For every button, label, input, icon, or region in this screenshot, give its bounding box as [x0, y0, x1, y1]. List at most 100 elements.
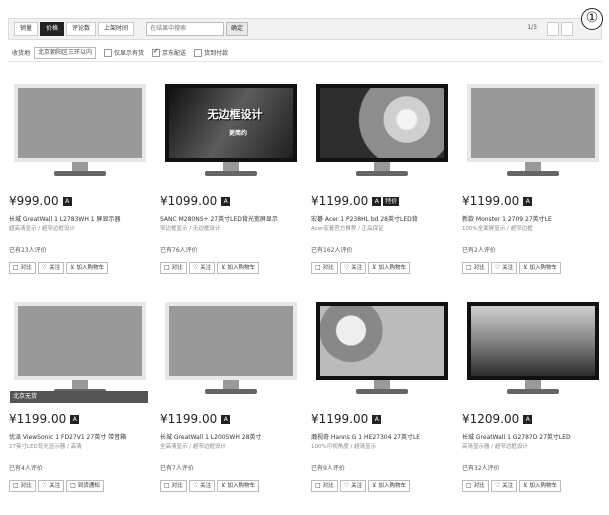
product-title[interactable]: 优派 ViewSonic 1 FD27V1 27英寸 带音箱: [9, 433, 151, 442]
product-reviews[interactable]: 已有9人评价: [311, 463, 345, 472]
heart-icon: ♡: [494, 264, 501, 271]
add-to-cart-button[interactable]: ⊻ 加入购物车: [368, 480, 411, 492]
product-image[interactable]: 无边框设计 更简约: [159, 78, 303, 188]
product-title[interactable]: 新款 Monster 1 2709 27英寸LE: [462, 215, 604, 224]
follow-button[interactable]: ♡ 关注: [37, 262, 65, 274]
product-card[interactable]: ¥1209.00 A 长城 GreatWall 1 G2787D 27英寸LED …: [461, 296, 605, 506]
compare-button[interactable]: □ 对比: [160, 480, 187, 492]
sort-sales[interactable]: 销量: [14, 22, 39, 36]
monitor-base-icon: [507, 389, 559, 394]
product-image[interactable]: [461, 78, 605, 188]
product-title[interactable]: 长城 GreatWall 1 L2783WH 1 屏显示器: [9, 215, 151, 224]
product-reviews[interactable]: 已有23人评价: [9, 245, 47, 254]
follow-button[interactable]: ♡ 关注: [490, 262, 518, 274]
product-card[interactable]: ¥1199.00 A 瀚视奇 Hanns G 1 HE27304 27英寸LE 1…: [310, 296, 454, 506]
sort-bar: 销量 价格 评论数 上架时间 在结果中搜索 确定 1/3: [8, 18, 602, 40]
pager-prev-button[interactable]: [547, 22, 559, 36]
follow-button[interactable]: ♡ 关注: [339, 262, 367, 274]
monitor-icon: [467, 84, 599, 162]
monitor-base-icon: [507, 171, 559, 176]
product-card[interactable]: ¥1199.00 A 长城 GreatWall 1 L2005WH 28英寸 全高…: [159, 296, 303, 506]
product-actions: □ 对比 ♡ 关注 ⊻ 加入购物车: [311, 480, 411, 492]
product-card[interactable]: ¥999.00 A 长城 GreatWall 1 L2783WH 1 屏显示器 超…: [8, 78, 152, 288]
compare-button[interactable]: □ 对比: [311, 262, 338, 274]
product-title[interactable]: SANC M280NS+ 27英寸LED背光宽屏显示: [160, 215, 302, 224]
product-title[interactable]: 长城 GreatWall 1 G2787D 27英寸LED: [462, 433, 604, 442]
product-card[interactable]: ¥1199.00 A 特价 宏碁 Acer 1 P238HL bd 28英寸LED背…: [310, 78, 454, 288]
product-reviews[interactable]: 已有32人评价: [462, 463, 500, 472]
product-desc: Acer宏碁官方推荐 / 正品保证: [311, 226, 384, 232]
product-reviews[interactable]: 已有4人评价: [9, 463, 43, 472]
filter-checkbox-jd-delivery[interactable]: 京东配送: [152, 47, 186, 57]
checkbox-icon: □: [315, 264, 321, 271]
filter-checkbox-cod[interactable]: 货到付款: [194, 48, 228, 57]
compare-button[interactable]: □ 对比: [9, 262, 36, 274]
compare-button[interactable]: □ 对比: [311, 480, 338, 492]
product-card[interactable]: ¥1199.00 A 新款 Monster 1 2709 27英寸LE 100%全…: [461, 78, 605, 288]
monitor-icon: [165, 302, 297, 380]
product-card[interactable]: 无边框设计 更简约 ¥1099.00 A SANC M280NS+ 27英寸LED…: [159, 78, 303, 288]
product-image[interactable]: [310, 296, 454, 406]
checkbox-icon: □: [164, 482, 170, 489]
screen-subtitle: 更简约: [229, 130, 248, 137]
product-desc: 100%全面屏显示 / 超窄边框: [462, 226, 533, 232]
product-reviews[interactable]: 已有7人评价: [160, 463, 194, 472]
add-to-cart-button[interactable]: ⊻ 加入购物车: [217, 262, 260, 274]
product-reviews[interactable]: 已有2人评价: [462, 245, 496, 254]
monitor-icon: 无边框设计 更简约: [165, 84, 297, 162]
product-image[interactable]: [159, 296, 303, 406]
product-image[interactable]: [310, 78, 454, 188]
heart-icon: ♡: [192, 482, 199, 489]
add-to-cart-button[interactable]: ⊻ 加入购物车: [519, 262, 562, 274]
heart-icon: ♡: [343, 264, 350, 271]
product-image[interactable]: [461, 296, 605, 406]
heart-icon: ♡: [41, 482, 48, 489]
product-reviews[interactable]: 已有162人评价: [311, 245, 352, 254]
product-price: ¥1209.00 A: [462, 412, 533, 426]
sort-new[interactable]: 上架时间: [98, 22, 135, 36]
compare-button[interactable]: □ 对比: [9, 480, 36, 492]
monitor-icon: [14, 84, 146, 162]
compare-button[interactable]: □ 对比: [160, 262, 187, 274]
compare-button[interactable]: □ 对比: [462, 262, 489, 274]
product-price: ¥1199.00 A: [9, 412, 80, 426]
product-actions: □ 对比 ♡ 关注 □ 到货通知: [9, 480, 104, 492]
monitor-icon: [14, 302, 146, 380]
search-button[interactable]: 确定: [226, 22, 249, 36]
follow-button[interactable]: ♡ 关注: [188, 262, 216, 274]
product-title[interactable]: 瀚视奇 Hanns G 1 HE27304 27英寸LE: [311, 433, 453, 442]
product-price: ¥1099.00 A: [160, 194, 231, 208]
compare-button[interactable]: □ 对比: [462, 480, 489, 492]
add-to-cart-button[interactable]: ⊻ 加入购物车: [519, 480, 562, 492]
sort-comments[interactable]: 评论数: [66, 22, 97, 36]
follow-button[interactable]: ♡ 关注: [188, 480, 216, 492]
follow-button[interactable]: ♡ 关注: [339, 480, 367, 492]
notify-button[interactable]: □ 到货通知: [66, 480, 104, 492]
monitor-base-icon: [356, 171, 408, 176]
follow-button[interactable]: ♡ 关注: [490, 480, 518, 492]
bell-icon: □: [70, 482, 76, 489]
product-actions: □ 对比 ♡ 关注 ⊻ 加入购物车: [160, 262, 260, 274]
product-image[interactable]: 北京无货: [8, 296, 152, 406]
filter-checkbox-in-stock[interactable]: 仅显示有货: [104, 48, 144, 57]
product-card[interactable]: 北京无货 ¥1199.00 A 优派 ViewSonic 1 FD27V1 27英…: [8, 296, 152, 506]
monitor-icon: [316, 302, 448, 380]
product-title[interactable]: 宏碁 Acer 1 P238HL bd 28英寸LED背: [311, 215, 453, 224]
ship-to-select[interactable]: 北京朝阳区三环以内: [34, 46, 97, 59]
checkbox-icon: □: [466, 264, 472, 271]
checkbox-icon: □: [13, 482, 19, 489]
product-title[interactable]: 长城 GreatWall 1 L2005WH 28英寸: [160, 433, 302, 442]
checkbox-checked-icon: [152, 47, 161, 57]
pager-next-button[interactable]: [561, 22, 573, 36]
jd-self-icon: A: [221, 414, 231, 424]
jd-self-icon: A: [221, 196, 231, 206]
product-image[interactable]: [8, 78, 152, 188]
search-input[interactable]: 在结果中搜索: [146, 22, 225, 36]
sort-price[interactable]: 价格: [40, 22, 65, 36]
add-to-cart-button[interactable]: ⊻ 加入购物车: [66, 262, 109, 274]
follow-button[interactable]: ♡ 关注: [37, 480, 65, 492]
special-offer-badge: 特价: [383, 196, 400, 206]
product-reviews[interactable]: 已有76人评价: [160, 245, 198, 254]
add-to-cart-button[interactable]: ⊻ 加入购物车: [217, 480, 260, 492]
add-to-cart-button[interactable]: ⊻ 加入购物车: [368, 262, 411, 274]
